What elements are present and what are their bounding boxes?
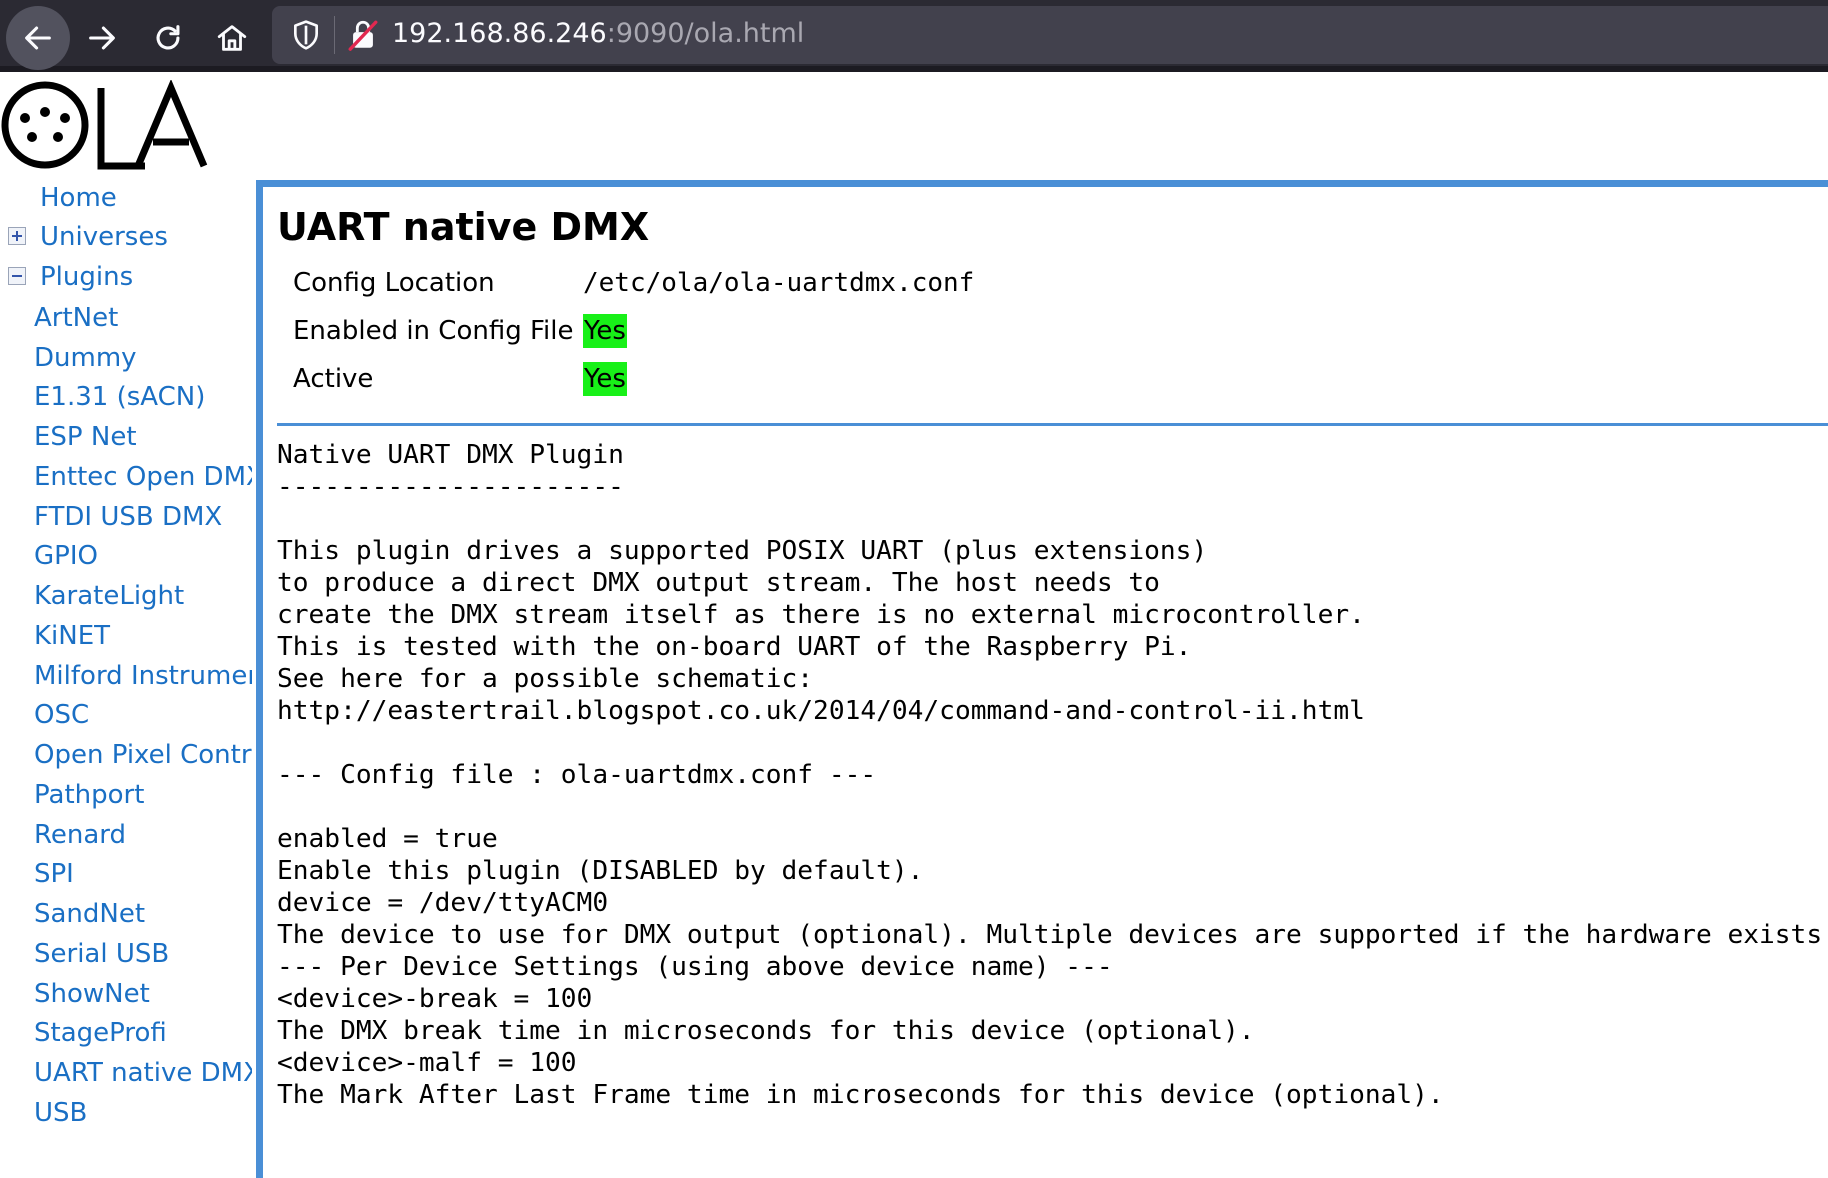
arrow-right-icon [89, 26, 115, 50]
plugin-link-osc[interactable]: OSC [34, 695, 252, 735]
plugin-link-ftdi-usb-dmx[interactable]: FTDI USB DMX [34, 497, 252, 537]
url-text[interactable]: 192.168.86.246:9090/ola.html [392, 14, 804, 54]
plugin-link-usb[interactable]: USB [34, 1093, 252, 1133]
plugin-link-karatelight[interactable]: KarateLight [34, 576, 252, 616]
sidebar-nav: Home Universes Plugins ArtNet Dummy E1.3… [0, 178, 252, 1178]
active-label: Active [293, 364, 374, 394]
back-button[interactable] [6, 6, 70, 70]
plugin-link-dummy[interactable]: Dummy [34, 338, 252, 378]
shield-icon[interactable] [290, 18, 322, 52]
plugin-description: Native UART DMX Plugin -----------------… [277, 440, 1828, 1110]
plugin-link-e131[interactable]: E1.31 (sACN) [34, 377, 252, 417]
plugin-link-artnet[interactable]: ArtNet [34, 298, 252, 338]
plugin-link-sandnet[interactable]: SandNet [34, 894, 252, 934]
plugin-link-renard[interactable]: Renard [34, 815, 252, 855]
collapse-icon[interactable] [8, 267, 26, 285]
enabled-label: Enabled in Config File [293, 316, 574, 346]
plugin-title: UART native DMX [277, 205, 650, 249]
plugin-link-spi[interactable]: SPI [34, 854, 252, 894]
arrow-left-icon [25, 26, 51, 50]
url-host: 192.168.86.246 [392, 18, 607, 49]
reload-icon [156, 25, 180, 50]
enabled-status-badge: Yes [583, 314, 627, 348]
home-button[interactable] [200, 6, 264, 70]
active-status-badge: Yes [583, 362, 627, 396]
ola-logo[interactable] [0, 80, 220, 172]
url-separator [334, 16, 335, 54]
nav-plugins-label[interactable]: Plugins [40, 257, 133, 297]
plugin-link-milford[interactable]: Milford Instruments [34, 656, 252, 696]
url-bar[interactable]: 192.168.86.246:9090/ola.html [272, 6, 1828, 64]
nav-home-label[interactable]: Home [40, 178, 117, 218]
expand-icon[interactable] [8, 227, 26, 245]
reload-button[interactable] [136, 6, 200, 70]
nav-universes-label[interactable]: Universes [40, 217, 168, 257]
plugin-link-espnet[interactable]: ESP Net [34, 417, 252, 457]
browser-toolbar: 192.168.86.246:9090/ola.html [0, 0, 1828, 72]
plugin-panel: UART native DMX Config Location /etc/ola… [256, 180, 1828, 1178]
forward-button[interactable] [70, 6, 134, 70]
insecure-lock-icon[interactable] [346, 18, 380, 52]
plugin-link-kinet[interactable]: KiNET [34, 616, 252, 656]
home-icon [217, 25, 247, 51]
plugin-link-uart-native-dmx[interactable]: UART native DMX [34, 1053, 252, 1093]
plugin-link-serial-usb[interactable]: Serial USB [34, 934, 252, 974]
plugin-link-gpio[interactable]: GPIO [34, 536, 252, 576]
plugin-link-stageprofi[interactable]: StageProfi [34, 1013, 252, 1053]
plugin-link-pathport[interactable]: Pathport [34, 775, 252, 815]
plugin-link-shownet[interactable]: ShowNet [34, 974, 252, 1014]
section-divider [277, 423, 1828, 426]
config-location-label: Config Location [293, 268, 495, 298]
plugin-link-open-pixel-control[interactable]: Open Pixel Control [34, 735, 252, 775]
plugin-link-enttec-open-dmx[interactable]: Enttec Open DMX [34, 457, 252, 497]
url-path: :9090/ola.html [606, 18, 805, 49]
config-location-value: /etc/ola/ola-uartdmx.conf [583, 268, 975, 298]
